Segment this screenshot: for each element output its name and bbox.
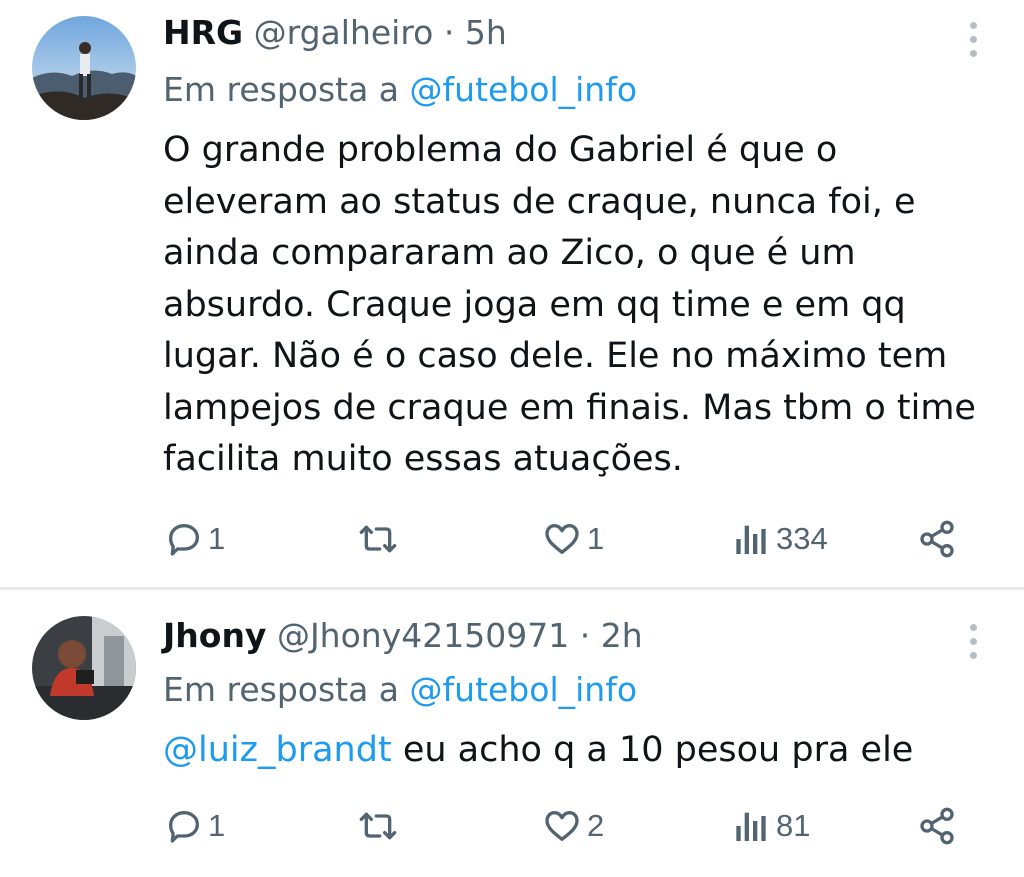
views-button[interactable]: 334 — [734, 514, 828, 564]
retweet-button[interactable] — [356, 514, 404, 564]
more-icon[interactable] — [958, 18, 988, 62]
reply-count: 1 — [208, 521, 226, 556]
tweet-header: Jhony @Jhony42150971 · 2h — [163, 616, 643, 656]
reply-to-link[interactable]: @futebol_info — [410, 70, 637, 109]
action-bar: 1 2 81 — [0, 801, 1024, 851]
body-mention[interactable]: @luiz_brandt — [163, 730, 392, 770]
view-count: 81 — [776, 808, 811, 843]
reply-context: Em resposta a @futebol_info — [163, 670, 637, 710]
like-count: 2 — [587, 808, 605, 843]
reply-icon — [169, 811, 199, 843]
reply-to-link[interactable]: @futebol_info — [410, 670, 637, 709]
tweet-text: @luiz_brandt eu acho q a 10 pesou pra el… — [163, 725, 993, 777]
reply-prefix: Em resposta a — [163, 670, 400, 709]
like-button[interactable]: 1 — [541, 514, 604, 564]
retweet-button[interactable] — [356, 801, 404, 851]
retweet-icon — [359, 812, 397, 840]
like-icon — [545, 811, 579, 841]
retweet-icon — [359, 525, 397, 553]
more-icon[interactable] — [958, 620, 988, 664]
share-button[interactable] — [916, 514, 958, 564]
tweet-header: HRG @rgalheiro · 5h — [163, 13, 507, 53]
like-count: 1 — [587, 521, 605, 556]
views-button[interactable]: 81 — [734, 801, 810, 851]
views-icon — [736, 812, 766, 841]
view-count: 334 — [776, 521, 828, 556]
body-content: O grande problema do Gabriel é que o ele… — [163, 130, 976, 479]
reply-count: 1 — [208, 808, 226, 843]
tweet-text: O grande problema do Gabriel é que o ele… — [163, 125, 993, 486]
avatar[interactable] — [32, 16, 136, 120]
timestamp[interactable]: 5h — [465, 13, 507, 52]
timestamp[interactable]: 2h — [601, 616, 643, 655]
share-icon — [920, 807, 954, 845]
like-button[interactable]: 2 — [541, 801, 604, 851]
like-icon — [545, 524, 579, 554]
tweet[interactable]: Jhony @Jhony42150971 · 2h Em resposta a … — [0, 590, 1024, 877]
reply-prefix: Em resposta a — [163, 70, 400, 109]
author-handle[interactable]: @Jhony42150971 — [277, 616, 569, 655]
author-name[interactable]: Jhony — [163, 616, 266, 655]
tweet[interactable]: HRG @rgalheiro · 5h Em resposta a @futeb… — [0, 0, 1024, 587]
reply-context: Em resposta a @futebol_info — [163, 70, 637, 110]
body-content: eu acho q a 10 pesou pra ele — [391, 730, 914, 770]
author-handle[interactable]: @rgalheiro — [254, 13, 434, 52]
avatar[interactable] — [32, 616, 136, 720]
views-icon — [736, 525, 766, 554]
separator-dot: · — [443, 13, 455, 52]
separator-dot: · — [579, 616, 591, 655]
reply-icon — [169, 524, 199, 556]
share-icon — [920, 520, 954, 558]
author-name[interactable]: HRG — [163, 13, 243, 52]
reply-button[interactable]: 1 — [164, 514, 225, 564]
action-bar: 1 1 334 — [0, 514, 1024, 564]
share-button[interactable] — [916, 801, 958, 851]
reply-button[interactable]: 1 — [164, 801, 225, 851]
